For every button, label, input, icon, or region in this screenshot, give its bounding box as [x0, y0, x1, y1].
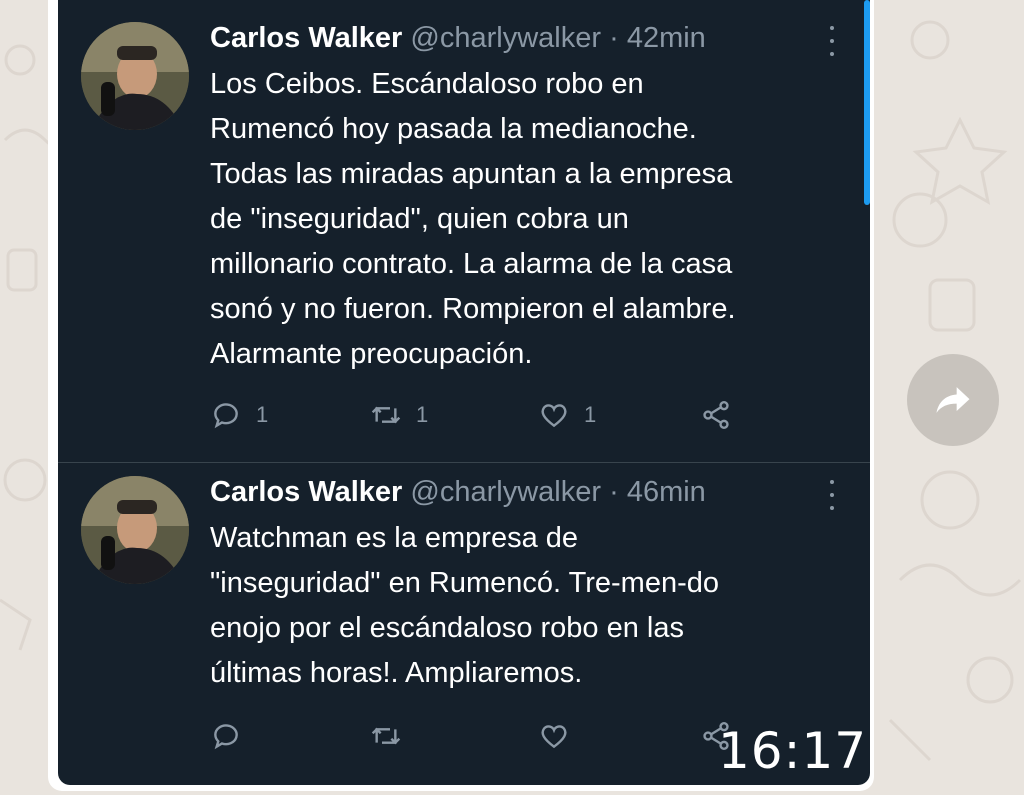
retweet-count: 1: [416, 402, 429, 427]
tweet-divider: [58, 462, 870, 463]
scrollbar[interactable]: [864, 0, 870, 205]
retweet-icon: [371, 727, 401, 745]
tweet-text: Los Ceibos. Escándaloso robo en Rumencó …: [210, 68, 736, 370]
like-button[interactable]: [538, 716, 584, 756]
tweet-header: Carlos Walker @charlywalker · 42min: [210, 20, 706, 56]
tweet-actions: 1 1 1: [210, 395, 810, 435]
separator-dot: ·: [609, 476, 619, 508]
like-button[interactable]: 1: [538, 395, 596, 435]
retweet-icon: [371, 406, 401, 424]
like-count: 1: [584, 402, 597, 427]
message-time: 16:17: [718, 722, 868, 780]
tweet-header: Carlos Walker @charlywalker · 46min: [210, 474, 706, 510]
reply-button[interactable]: 1: [210, 395, 268, 435]
avatar-photo: [81, 476, 189, 584]
share-icon: [703, 401, 729, 429]
separator-dot: ·: [609, 22, 619, 54]
share-button[interactable]: [700, 395, 732, 435]
more-vertical-icon[interactable]: [818, 26, 846, 56]
retweet-button[interactable]: [370, 716, 416, 756]
author-name[interactable]: Carlos Walker: [210, 22, 402, 54]
retweet-button[interactable]: 1: [370, 395, 428, 435]
avatar-photo: [81, 22, 189, 130]
forward-button[interactable]: [907, 354, 999, 446]
tweet-screenshot: Carlos Walker @charlywalker · 42min Los …: [58, 0, 870, 785]
avatar[interactable]: [81, 22, 189, 130]
reply-button[interactable]: [210, 716, 256, 756]
author-name[interactable]: Carlos Walker: [210, 476, 402, 508]
reply-count: 1: [256, 402, 269, 427]
tweet-time[interactable]: 42min: [627, 22, 706, 54]
reply-icon: [214, 403, 238, 429]
tweet: Carlos Walker @charlywalker · 42min Los …: [58, 0, 870, 452]
tweet-text: Watchman es la empresa de "inseguridad" …: [210, 522, 720, 689]
avatar[interactable]: [81, 476, 189, 584]
forward-icon: [936, 387, 970, 413]
heart-icon: [541, 404, 567, 428]
reply-icon: [214, 724, 238, 750]
tweet-time[interactable]: 46min: [627, 476, 706, 508]
more-vertical-icon[interactable]: [818, 480, 846, 510]
author-handle[interactable]: @charlywalker: [410, 476, 601, 508]
heart-icon: [541, 725, 567, 749]
author-handle[interactable]: @charlywalker: [410, 22, 601, 54]
